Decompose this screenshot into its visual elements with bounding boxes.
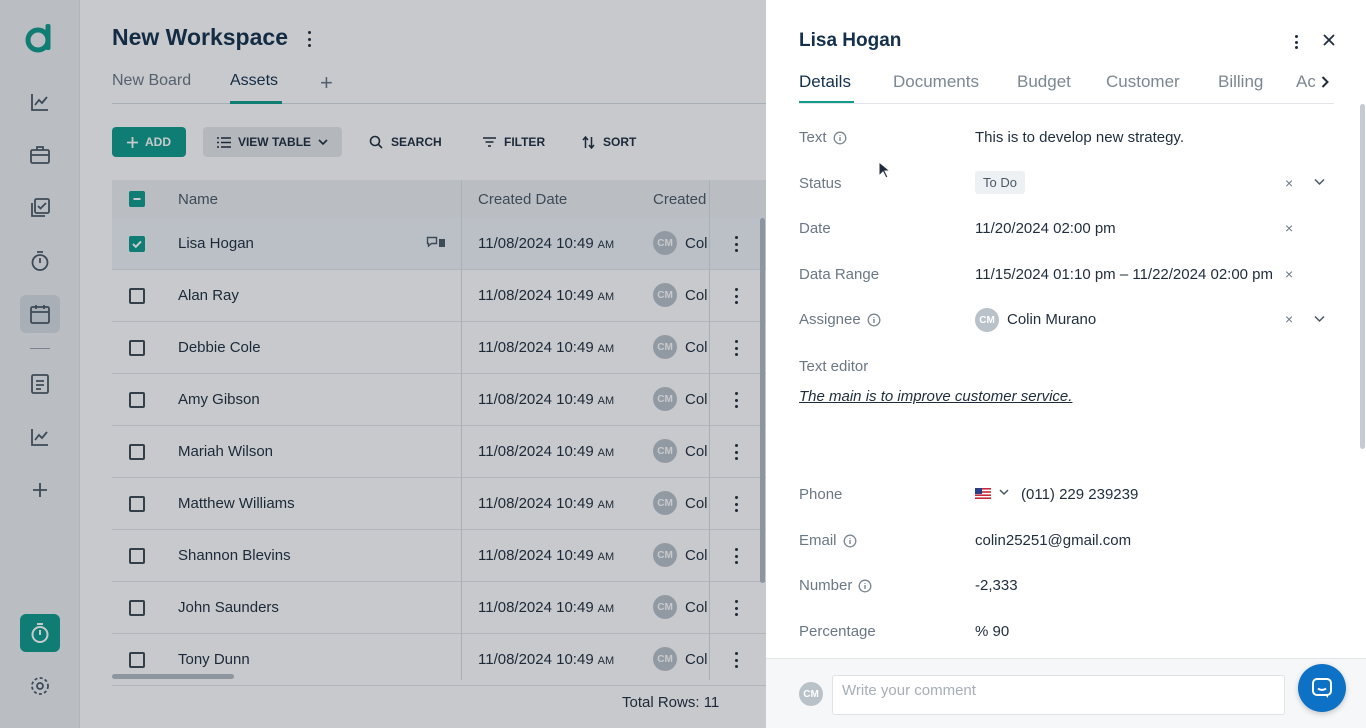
clear-range-icon[interactable]: × [1285,266,1293,282]
text-field-label: Text [799,129,847,146]
chat-icon [1312,678,1332,698]
text-editor-label: Text editor [799,358,869,375]
info-icon[interactable] [867,313,881,327]
text-field-value[interactable]: This is to develop new strategy. [975,129,1184,146]
chevron-down-icon[interactable] [1314,178,1325,186]
tab-billing[interactable]: Billing [1218,72,1263,92]
us-flag-icon[interactable] [975,488,991,499]
chat-button[interactable] [1298,664,1346,712]
email-field-label: Email [799,532,857,549]
status-field-label: Status [799,175,842,192]
percentage-field-value[interactable]: % 90 [975,623,1009,640]
tab-details[interactable]: Details [799,72,851,92]
info-icon[interactable] [858,579,872,593]
tab-budget[interactable]: Budget [1017,72,1071,92]
mouse-cursor-icon [878,161,890,179]
range-field-label: Data Range [799,266,880,283]
info-icon[interactable] [833,131,847,145]
modal-backdrop[interactable] [0,0,766,728]
status-badge[interactable]: To Do [975,171,1025,194]
number-field-value[interactable]: -2,333 [975,577,1018,594]
tab-customer[interactable]: Customer [1106,72,1180,92]
close-icon[interactable] [1322,33,1336,47]
comment-bar: CM [766,658,1366,728]
date-field-value[interactable]: 11/20/2024 02:00 pm [975,220,1116,237]
email-field-value[interactable]: colin25251@gmail.com [975,532,1131,549]
tab-documents[interactable]: Documents [893,72,979,92]
clear-assignee-icon[interactable]: × [1285,311,1293,327]
chevron-down-icon[interactable] [1314,315,1325,323]
phone-field-value[interactable]: (011) 229 239239 [1021,486,1138,503]
range-field-value[interactable]: 11/15/2024 01:10 pm – 11/22/2024 02:00 p… [975,266,1273,283]
detail-panel: Lisa Hogan Details Documents Budget Cust… [766,0,1366,728]
panel-scrollbar[interactable] [1360,104,1365,449]
info-icon[interactable] [843,534,857,548]
chevron-right-icon [1321,76,1329,88]
assignee-field-label: Assignee [799,311,881,328]
clear-date-icon[interactable]: × [1285,220,1293,236]
percentage-field-label: Percentage [799,623,876,640]
assignee-field-value[interactable]: Colin Murano [1007,311,1096,328]
phone-field-label: Phone [799,486,843,503]
active-tab-indicator [799,101,854,103]
text-editor-content[interactable]: The main is to improve customer service. [799,388,1072,405]
tab-activity[interactable]: Ac [1296,72,1316,92]
avatar: CM [975,308,999,332]
panel-menu-icon[interactable] [1293,35,1299,49]
chevron-down-icon[interactable] [999,488,1009,496]
comment-input[interactable] [832,675,1285,715]
clear-status-icon[interactable]: × [1285,175,1293,191]
tabs-scroll-right-button[interactable] [1315,72,1335,92]
panel-tabs: Details Documents Budget Customer Billin… [799,70,1334,104]
avatar: CM [799,682,823,706]
date-field-label: Date [799,220,831,237]
panel-title: Lisa Hogan [799,30,902,51]
number-field-label: Number [799,577,872,594]
